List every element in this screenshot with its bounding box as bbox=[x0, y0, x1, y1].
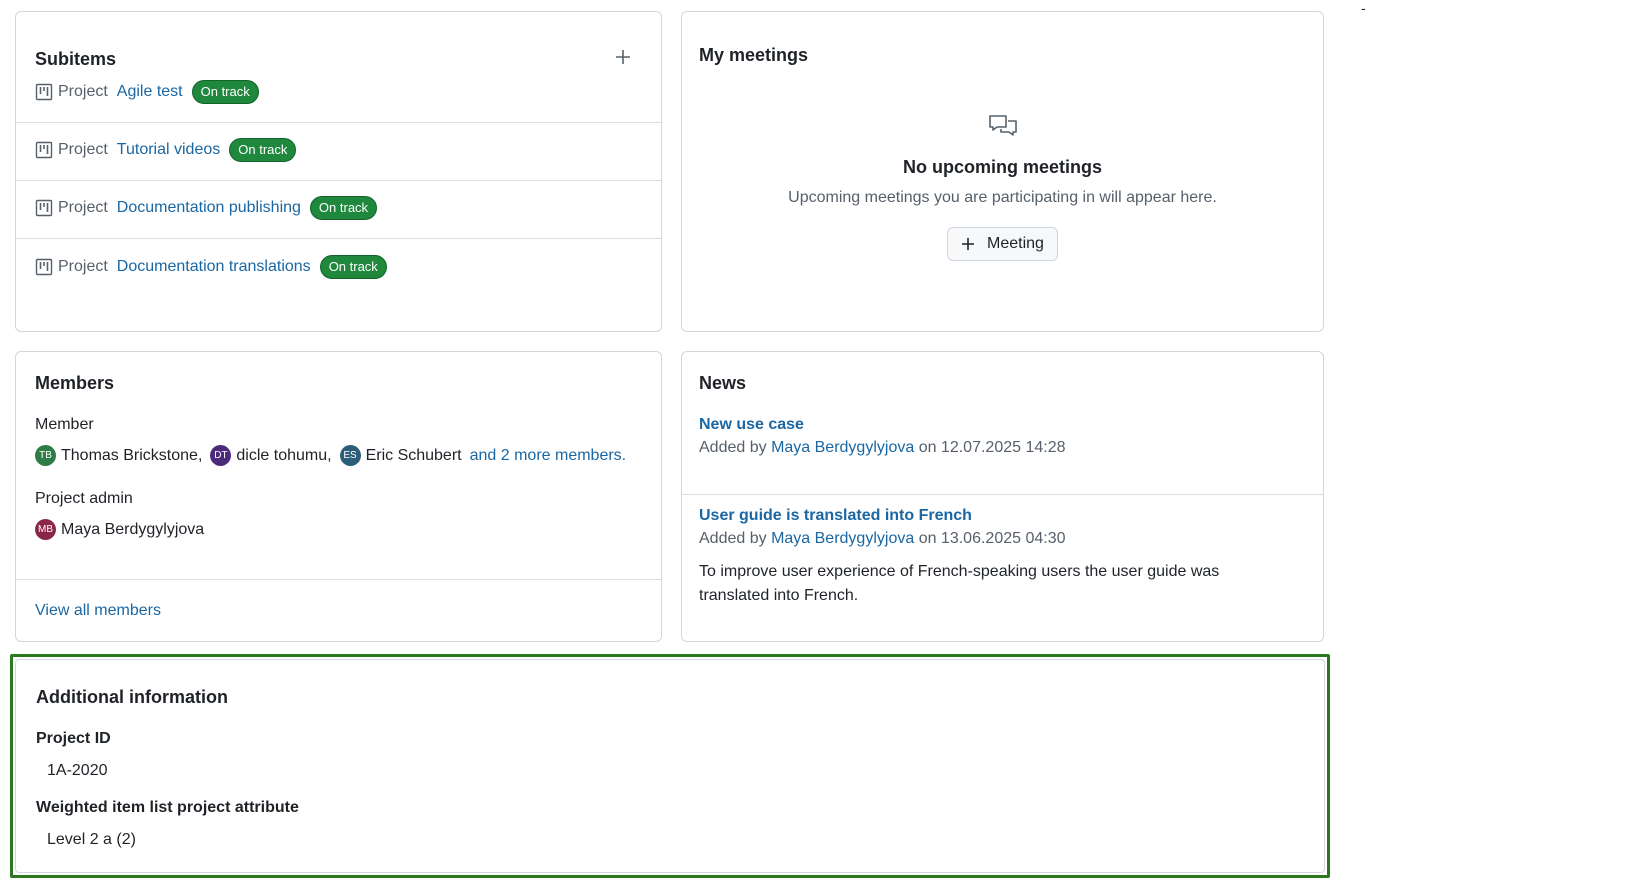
additional-information-title: Additional information bbox=[36, 687, 228, 707]
member-entry[interactable]: ES Eric Schubert bbox=[339, 445, 462, 466]
project-board-icon bbox=[35, 83, 53, 101]
news-title: News bbox=[699, 373, 747, 393]
attribute-label: Weighted item list project attribute bbox=[36, 799, 299, 816]
news-widget: News New use case Added by Maya Berdygyl… bbox=[681, 351, 1324, 642]
add-meeting-button[interactable]: Meeting bbox=[947, 227, 1058, 261]
my-meetings-widget: My meetings No upcoming meetings Upcomin… bbox=[681, 11, 1324, 332]
status-badge: On track bbox=[191, 80, 259, 104]
subitem-type: Project bbox=[58, 83, 108, 100]
news-item: New use case Added by Maya Berdygylyjova… bbox=[699, 416, 1293, 457]
added-by-label: Added by bbox=[699, 439, 767, 456]
add-meeting-label: Meeting bbox=[987, 235, 1044, 252]
member-entry[interactable]: MB Maya Berdygylyjova bbox=[35, 519, 204, 540]
subitem-row: Project Documentation translations On tr… bbox=[16, 236, 661, 297]
news-date: on 13.06.2025 04:30 bbox=[918, 530, 1066, 547]
divider bbox=[16, 579, 661, 580]
additional-information-inner: Additional information Project ID 1A-202… bbox=[15, 659, 1325, 873]
comment-discussion-icon bbox=[988, 112, 1018, 142]
subitem-row: Project Agile test On track bbox=[16, 62, 661, 123]
meetings-empty-state: No upcoming meetings Upcoming meetings y… bbox=[682, 112, 1323, 261]
project-board-icon bbox=[35, 199, 53, 217]
news-item-title[interactable]: New use case bbox=[699, 416, 804, 433]
more-members-link[interactable]: and 2 more members. bbox=[470, 447, 627, 465]
news-item-title[interactable]: User guide is translated into French bbox=[699, 507, 972, 524]
divider bbox=[682, 494, 1323, 495]
role-label: Project admin bbox=[35, 490, 133, 507]
role-label: Member bbox=[35, 416, 94, 433]
subitem-row: Project Tutorial videos On track bbox=[16, 120, 661, 181]
empty-state-title: No upcoming meetings bbox=[902, 157, 1102, 177]
attribute-value: Level 2 a (2) bbox=[47, 831, 136, 848]
subitem-link[interactable]: Agile test bbox=[117, 83, 183, 101]
project-board-icon bbox=[35, 258, 53, 276]
news-item: User guide is translated into French Add… bbox=[699, 507, 1293, 608]
news-date: on 12.07.2025 14:28 bbox=[918, 439, 1066, 456]
subitem-type: Project bbox=[58, 257, 108, 275]
stray-dash: - bbox=[1361, 0, 1366, 16]
additional-information-widget: Additional information Project ID 1A-202… bbox=[10, 654, 1330, 878]
meetings-title: My meetings bbox=[699, 45, 809, 65]
status-badge: On track bbox=[309, 196, 378, 220]
member-list: MB Maya Berdygylyjova bbox=[35, 519, 212, 540]
subitem-row: Project Documentation publishing On trac… bbox=[16, 178, 661, 239]
news-item-body: To improve user experience of French-spe… bbox=[699, 563, 1220, 604]
member-entry[interactable]: TB Thomas Brickstone, bbox=[35, 445, 202, 466]
subitem-link[interactable]: Tutorial videos bbox=[117, 141, 220, 159]
subitem-link[interactable]: Documentation translations bbox=[117, 258, 311, 276]
view-all-members-link[interactable]: View all members bbox=[35, 602, 161, 620]
plus-icon bbox=[961, 237, 975, 251]
empty-state-text: Upcoming meetings you are participating … bbox=[788, 189, 1217, 206]
avatar: ES bbox=[339, 445, 361, 466]
subitems-widget: Subitems Project Agile test On track Pro… bbox=[15, 11, 662, 332]
attribute-label: Project ID bbox=[36, 730, 111, 747]
news-item-meta: Added by Maya Berdygylyjova on 12.07.202… bbox=[699, 439, 1293, 457]
news-author-link[interactable]: Maya Berdygylyjova bbox=[771, 530, 914, 547]
member-name: dicle tohumu, bbox=[236, 446, 332, 464]
member-entry[interactable]: DT dicle tohumu, bbox=[210, 445, 332, 466]
status-badge: On track bbox=[229, 138, 297, 162]
added-by-label: Added by bbox=[699, 530, 767, 547]
avatar: DT bbox=[210, 445, 232, 466]
project-board-icon bbox=[35, 141, 53, 159]
status-badge: On track bbox=[319, 254, 387, 279]
member-name: Thomas Brickstone, bbox=[61, 446, 203, 464]
news-item-meta: Added by Maya Berdygylyjova on 13.06.202… bbox=[699, 530, 1293, 548]
subitem-link[interactable]: Documentation publishing bbox=[117, 199, 301, 217]
subitem-type: Project bbox=[58, 199, 108, 216]
avatar: MB bbox=[35, 519, 56, 540]
members-widget: Members Member TB Thomas Brickstone, DT … bbox=[15, 351, 662, 642]
member-name: Maya Berdygylyjova bbox=[61, 520, 205, 538]
subitem-type: Project bbox=[58, 141, 108, 158]
member-name: Eric Schubert bbox=[365, 446, 462, 464]
members-title: Members bbox=[35, 373, 115, 393]
member-list: TB Thomas Brickstone, DT dicle tohumu, E… bbox=[35, 445, 626, 466]
news-author-link[interactable]: Maya Berdygylyjova bbox=[771, 439, 914, 456]
avatar: TB bbox=[35, 445, 56, 466]
attribute-value: 1A-2020 bbox=[47, 762, 108, 779]
